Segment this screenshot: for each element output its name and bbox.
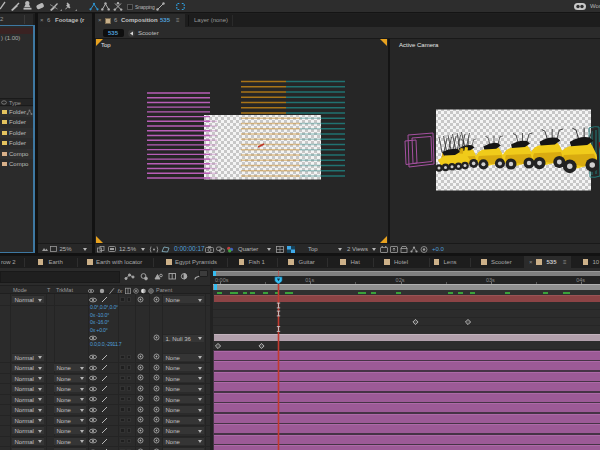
svg-text:fx: fx — [118, 288, 124, 294]
